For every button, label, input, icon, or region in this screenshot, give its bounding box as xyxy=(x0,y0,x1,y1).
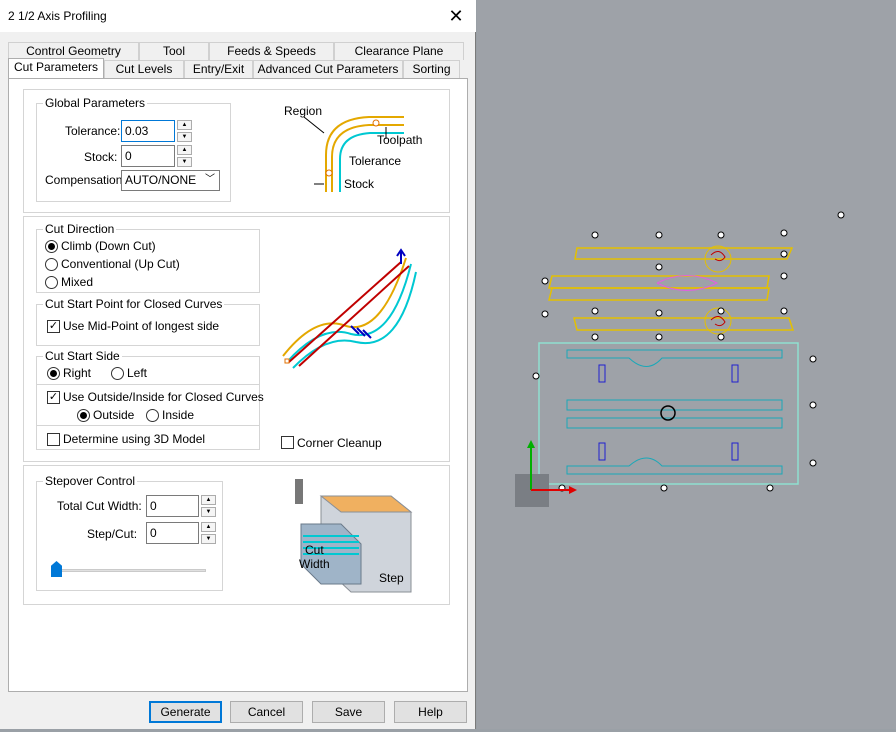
outside-inside-label: Use Outside/Inside for Closed Curves xyxy=(63,390,264,404)
cut-direction-title: Cut Direction xyxy=(43,222,117,236)
cut-parameters-panel: Global Parameters Tolerance: 0.03 ▲ ▼ Sto… xyxy=(8,78,468,692)
chevron-down-icon: ﹀ xyxy=(205,174,215,185)
left-label: Left xyxy=(127,366,148,380)
stock-diagram-label: Stock xyxy=(344,177,375,191)
generate-button[interactable]: Generate xyxy=(149,701,222,723)
conventional-radio[interactable] xyxy=(45,258,58,271)
compensation-value: AUTO/NONE xyxy=(125,173,197,187)
cut-line-2 xyxy=(298,265,410,367)
compensation-label: Compensation: xyxy=(45,173,126,187)
step-label: Step xyxy=(379,571,404,585)
corner-cleanup-label: Corner Cleanup xyxy=(297,436,382,450)
toolpath-label: Toolpath xyxy=(377,133,422,147)
blue-feature xyxy=(731,442,739,461)
save-button[interactable]: Save xyxy=(312,701,385,723)
region-arrow xyxy=(303,116,325,134)
step-arrows-icon xyxy=(350,325,372,339)
determine-3d-checkbox[interactable] xyxy=(47,433,60,446)
tolerance-label: Tolerance: xyxy=(65,124,121,138)
window-title: 2 1/2 Axis Profiling xyxy=(8,9,107,23)
determine-3d-label: Determine using 3D Model xyxy=(63,432,206,446)
blue-feature xyxy=(598,364,606,383)
inside-radio[interactable] xyxy=(146,409,159,422)
outside-label: Outside xyxy=(93,408,135,422)
tolerance-diagram-label: Tolerance xyxy=(349,154,401,168)
midpoint-label: Use Mid-Point of longest side xyxy=(63,319,220,333)
divider xyxy=(36,425,260,426)
tab-cut-levels[interactable]: Cut Levels xyxy=(104,60,184,78)
close-icon[interactable]: ✕ xyxy=(442,4,470,28)
tab-clearance-plane[interactable]: Clearance Plane xyxy=(334,42,464,60)
total-cut-width-label: Total Cut Width: xyxy=(57,499,142,513)
tolerance-spinner[interactable]: ▲ ▼ xyxy=(177,120,192,142)
viewport-3d[interactable] xyxy=(477,0,896,729)
global-parameters-title: Global Parameters xyxy=(43,96,148,110)
stock-spinner[interactable]: ▲ ▼ xyxy=(177,145,192,167)
title-bar: 2 1/2 Axis Profiling ✕ xyxy=(0,0,476,32)
tab-feeds-speeds[interactable]: Feeds & Speeds xyxy=(209,42,334,60)
right-radio[interactable] xyxy=(47,367,60,380)
climb-label: Climb (Down Cut) xyxy=(61,239,156,253)
start-point xyxy=(284,358,290,364)
cut-start-point-title: Cut Start Point for Closed Curves xyxy=(43,297,225,311)
stepover-diagram: Cut Width Step xyxy=(295,479,413,593)
cancel-button[interactable]: Cancel xyxy=(230,701,303,723)
outside-radio[interactable] xyxy=(77,409,90,422)
region-point xyxy=(325,169,333,177)
step-cut-input[interactable]: 0 xyxy=(146,522,199,544)
outside-inside-checkbox[interactable]: ✓ xyxy=(47,391,60,404)
region-outline xyxy=(548,287,770,301)
stepover-title: Stepover Control xyxy=(43,474,138,488)
stock-input[interactable]: 0 xyxy=(121,145,175,167)
right-label: Right xyxy=(63,366,92,380)
tab-advanced-cut-parameters[interactable]: Advanced Cut Parameters xyxy=(253,60,403,78)
stock-label: Stock: xyxy=(84,150,118,164)
step-cut-label: Step/Cut: xyxy=(87,527,138,541)
cut-line-1 xyxy=(288,261,402,363)
help-button[interactable]: Help xyxy=(394,701,467,723)
x-axis-arrow-icon xyxy=(569,486,577,494)
tolerance-input[interactable]: 0.03 xyxy=(121,120,175,142)
tab-sorting[interactable]: Sorting xyxy=(403,60,460,78)
step-cut-spinner[interactable]: ▲ ▼ xyxy=(201,522,216,544)
region-outline xyxy=(573,317,795,331)
inside-label: Inside xyxy=(162,408,195,422)
profiling-dialog: 2 1/2 Axis Profiling ✕ Control Geometry … xyxy=(0,0,476,729)
divider xyxy=(36,384,260,385)
cut-direction-diagram xyxy=(282,248,417,369)
region-label: Region xyxy=(284,104,322,118)
region-outline xyxy=(574,247,794,260)
y-axis-arrow-icon xyxy=(527,440,535,448)
tab-entry-exit[interactable]: Entry/Exit xyxy=(184,60,253,78)
tab-cut-parameters[interactable]: Cut Parameters xyxy=(8,58,104,78)
toolpath-point xyxy=(372,119,380,127)
left-radio[interactable] xyxy=(111,367,124,380)
climb-radio[interactable] xyxy=(45,240,58,253)
blue-feature xyxy=(598,442,606,461)
tolerance-diagram: Region Toolpath Tolerance Stock xyxy=(284,104,422,192)
midpoint-checkbox[interactable]: ✓ xyxy=(47,320,60,333)
blue-feature xyxy=(731,364,739,383)
tab-tool[interactable]: Tool xyxy=(139,42,209,60)
stepover-slider-track xyxy=(53,569,206,572)
viewport-canvas[interactable] xyxy=(477,0,896,729)
cut-width-label-2: Width xyxy=(299,557,330,571)
toolpath-cyan xyxy=(566,349,783,367)
stock-box xyxy=(538,342,799,485)
mixed-label: Mixed xyxy=(61,275,94,289)
total-cut-width-input[interactable]: 0 xyxy=(146,495,199,517)
corner-cleanup-checkbox[interactable] xyxy=(281,436,294,449)
total-cut-width-spinner[interactable]: ▲ ▼ xyxy=(201,495,216,517)
cut-start-side-title: Cut Start Side xyxy=(43,349,122,363)
conventional-label: Conventional (Up Cut) xyxy=(61,257,180,271)
mixed-radio[interactable] xyxy=(45,276,58,289)
cut-width-label-1: Cut xyxy=(305,543,324,557)
compensation-select[interactable]: AUTO/NONE ﹀ xyxy=(121,170,220,191)
tool-icon xyxy=(295,479,303,504)
